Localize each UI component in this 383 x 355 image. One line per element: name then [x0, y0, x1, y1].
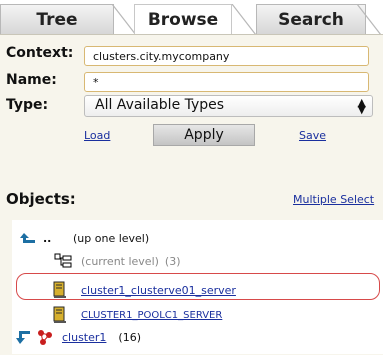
tab-divider [231, 4, 257, 35]
type-select-value: All Available Types [95, 97, 225, 113]
up-arrow-icon [20, 233, 35, 243]
apply-button[interactable]: Apply [153, 124, 255, 146]
cluster-link[interactable]: cluster1 [62, 331, 106, 344]
list-item-count: (3) [164, 254, 181, 268]
tab-search-label: Search [278, 10, 344, 30]
tree-node-icon [54, 253, 72, 268]
server-icon [53, 306, 66, 323]
context-field[interactable]: clusters.city.mycompany [84, 46, 369, 66]
name-field[interactable]: * [84, 72, 369, 92]
name-label: Name: [6, 72, 57, 88]
list-item-count: (16) [118, 330, 142, 344]
tab-bar: Tree Browse Search [0, 0, 383, 35]
list-item: (current level) (3) [54, 250, 181, 272]
select-arrows-icon: ▲ ▼ [357, 96, 366, 116]
list-item-label: (up one level) [73, 231, 150, 245]
selection-highlight [16, 273, 380, 300]
list-item[interactable]: cluster1 (16) [16, 326, 141, 348]
context-label: Context: [6, 45, 74, 61]
tab-browse-label: Browse [147, 10, 219, 30]
tab-search[interactable]: Search [256, 4, 366, 35]
tab-divider [356, 4, 382, 35]
list-item[interactable]: .. (up one level) [19, 227, 149, 249]
load-link[interactable]: Load [84, 129, 110, 142]
down-arrow-icon [16, 331, 30, 344]
cluster-icon [38, 330, 52, 345]
objects-heading: Objects: [6, 190, 76, 208]
server-link[interactable]: CLUSTER1_POOLC1_SERVER [81, 310, 222, 321]
tab-tree-label: Tree [36, 10, 78, 30]
type-select[interactable]: All Available Types ▲ ▼ [84, 95, 373, 117]
list-item-label: (current level) [81, 254, 159, 268]
type-label: Type: [6, 97, 49, 113]
list-item[interactable]: CLUSTER1_POOLC1_SERVER [53, 304, 222, 326]
tab-tree[interactable]: Tree [0, 4, 114, 35]
up-level-marker: .. [43, 231, 52, 245]
save-link[interactable]: Save [299, 129, 326, 142]
tab-browse[interactable]: Browse [134, 4, 232, 35]
multiple-select-link[interactable]: Multiple Select [293, 193, 374, 206]
